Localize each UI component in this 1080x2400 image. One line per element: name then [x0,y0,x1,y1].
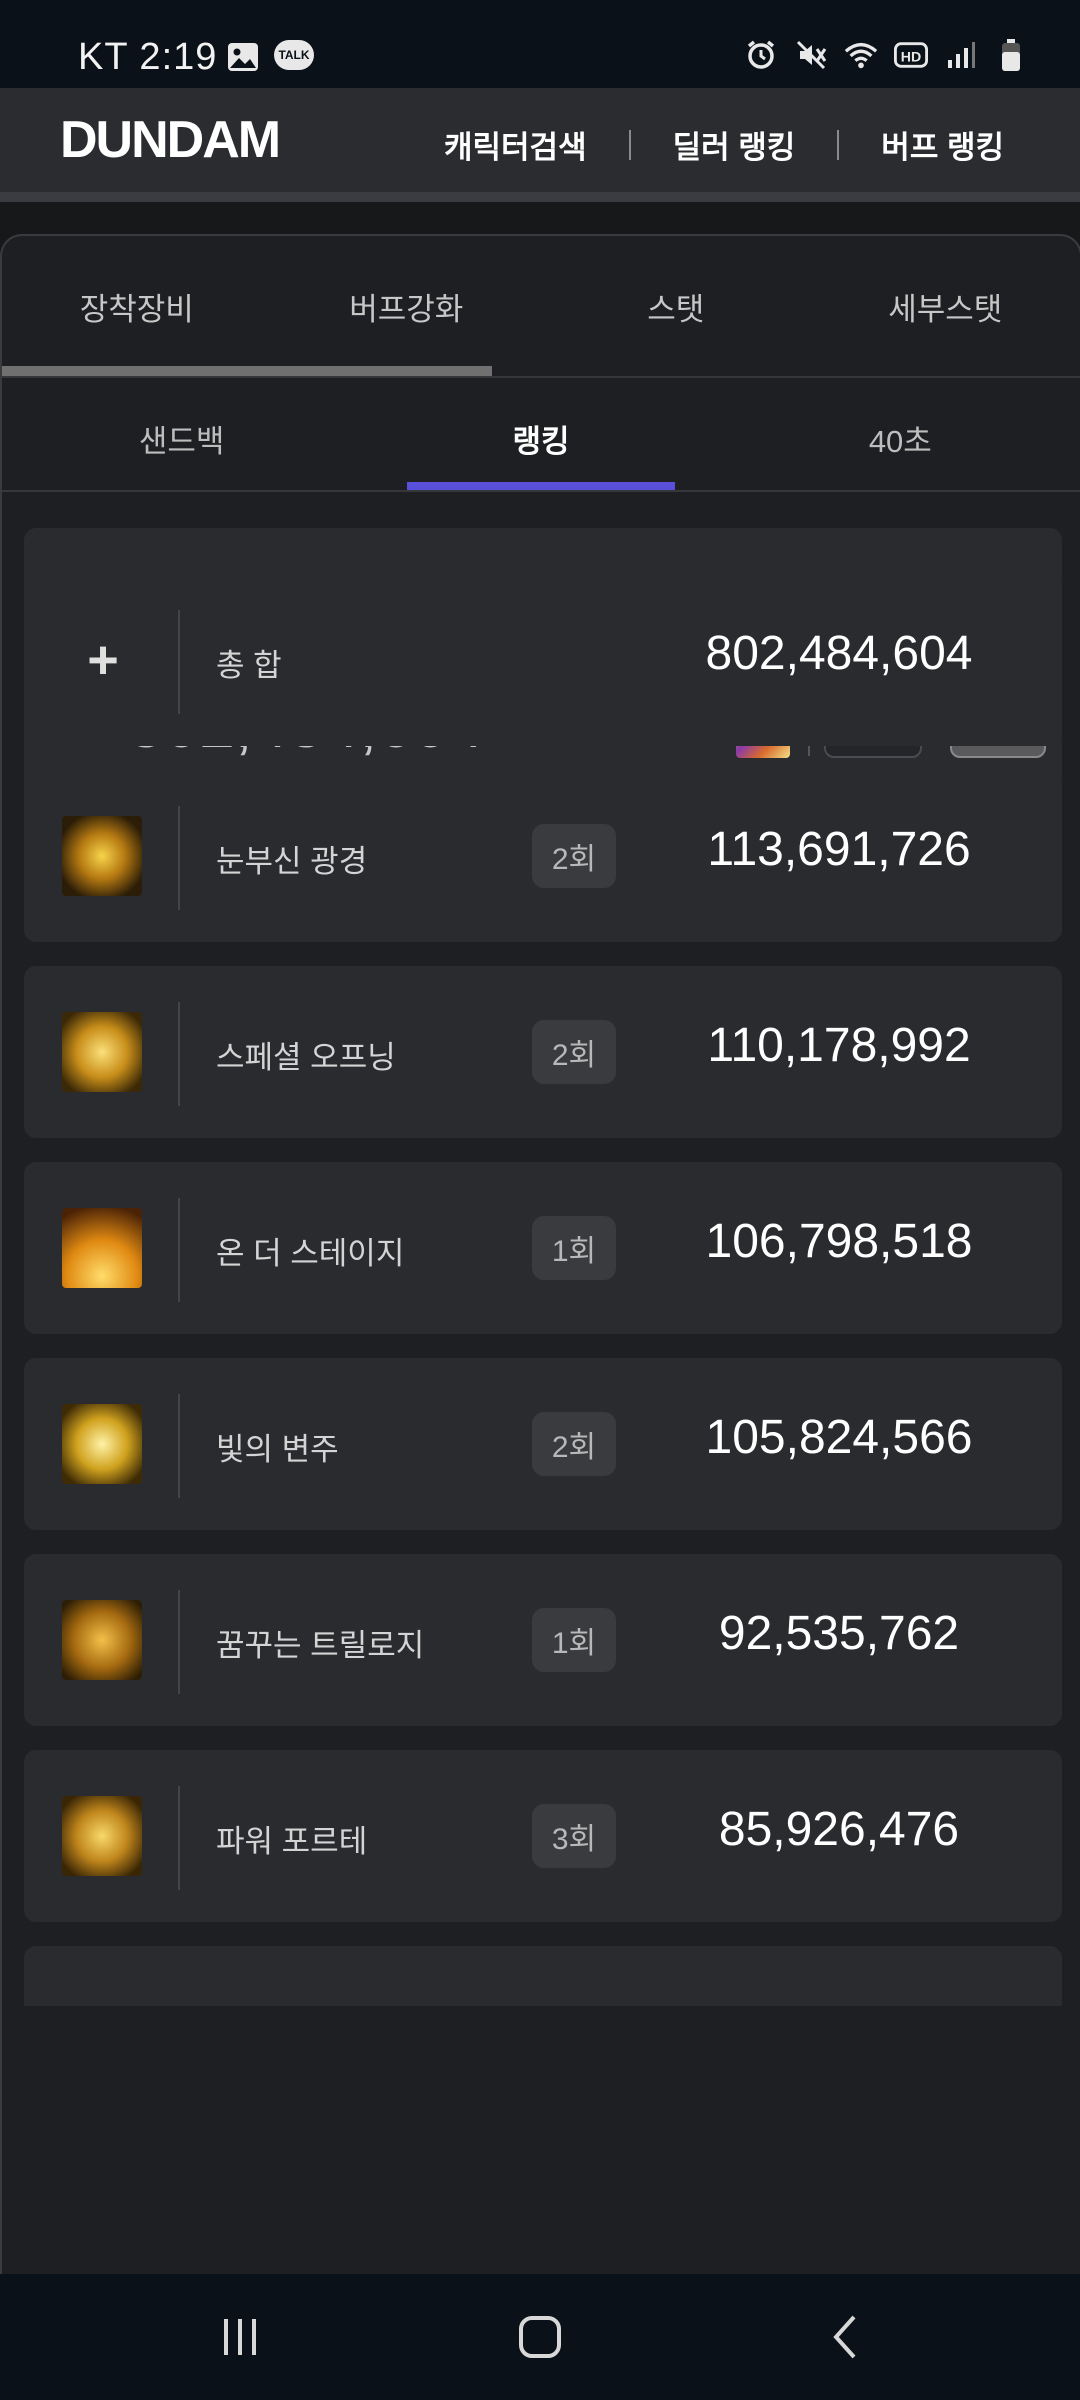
logo[interactable]: DUNDAM [60,110,281,170]
row-divider [178,1590,180,1694]
skill-name: 온 더 스테이지 [216,1236,405,1271]
skill-row[interactable]: 빛의 변주 2회 105,824,566 [24,1358,1062,1530]
battery-icon [994,38,1028,72]
skill-damage: 113,691,726 [707,823,971,876]
nav-character-search[interactable]: 캐릭터검색 [444,122,587,167]
header-nav: 캐릭터검색 딜러 랭킹 버프 랭킹 [444,122,1004,167]
skill-special-opening-icon [62,1012,142,1092]
wifi-icon [844,38,878,72]
nav-buff-ranking[interactable]: 버프 랭킹 [881,122,1004,167]
row-divider [178,1198,180,1302]
status-right-icons: HD [744,38,1028,72]
recent-apps-icon[interactable] [140,2274,340,2400]
skill-dazzling-view-icon [62,816,142,896]
skill-row[interactable]: 스페셜 오프닝 2회 110,178,992 [24,966,1062,1138]
status-bar: KT 2:19 TALK HD [0,0,1080,88]
tab-buff-enhance[interactable]: 버프강화 [272,236,542,376]
back-icon[interactable] [746,2274,946,2400]
nav-dealer-ranking[interactable]: 딜러 랭킹 [673,122,796,167]
skill-row-partial[interactable] [24,1946,1062,2006]
signal-icon [944,38,978,72]
skill-hit-count: 2회 [532,1412,616,1476]
skill-variation-of-light-icon [62,1404,142,1484]
skill-name: 총 합 [216,648,282,683]
skill-damage: 106,798,518 [705,1215,973,1268]
plus-icon: + [87,630,119,690]
secondary-tabs: 샌드백 랭킹 40초 [2,378,1080,498]
skill-name: 꿈꾸는 트릴로지 [216,1628,425,1663]
header-bottom-strip [0,192,1080,202]
primary-tabs: 장착장비 버프강화 스탯 세부스탯 [2,236,1080,376]
gallery-icon [226,40,260,74]
skill-damage: 85,926,476 [718,1803,960,1856]
secondary-tab-indicator [407,482,675,490]
tab-sandbag[interactable]: 샌드백 [2,378,361,498]
tab-equipment[interactable]: 장착장비 [2,236,272,376]
row-divider [178,1002,180,1106]
row-divider [178,1394,180,1498]
skill-name: 빛의 변주 [216,1432,339,1467]
tab-stats[interactable]: 스탯 [541,236,811,376]
skill-power-forte-icon [62,1796,142,1876]
skill-row[interactable]: 파워 포르테 3회 85,926,476 [24,1750,1062,1922]
skill-hit-count: 2회 [532,824,616,888]
status-time: KT 2:19 [78,36,218,78]
alarm-icon [744,38,778,72]
tab-detail-stats[interactable]: 세부스탯 [811,236,1080,376]
hd-icon: HD [894,38,928,72]
skill-hit-count: 3회 [532,1804,616,1868]
skill-hit-count: 1회 [532,1608,616,1672]
skill-on-the-stage-icon [62,1208,142,1288]
status-left-icons: TALK [226,40,314,74]
skill-row[interactable]: 눈부신 광경 2회 113,691,726 [24,770,1062,942]
nav-divider [837,129,840,160]
talk-label: TALK [278,48,310,62]
primary-tab-indicator [2,366,492,376]
system-nav-bar [0,2274,1080,2400]
skill-hit-count: 1회 [532,1216,616,1280]
skill-dreaming-trilogy-icon [62,1600,142,1680]
skill-row-total[interactable]: + 총 합 802,484,604 [24,574,1062,746]
skill-name: 파워 포르테 [216,1824,368,1859]
tab-ranking[interactable]: 랭킹 [361,378,720,498]
skill-name: 스페셜 오프닝 [216,1040,396,1075]
tab-divider [2,490,1080,492]
kakaotalk-icon: TALK [274,40,314,70]
tab-40sec[interactable]: 40초 [721,378,1080,498]
row-divider [178,610,180,714]
mute-icon [794,38,828,72]
skill-damage: 105,824,566 [705,1411,973,1464]
skill-damage: 802,484,604 [705,627,973,680]
character-detail-card: 장착장비 버프강화 스탯 세부스탯 샌드백 랭킹 40초 총딜 802,484,… [0,234,1080,2276]
skill-name: 눈부신 광경 [216,844,368,879]
skill-hit-count: 2회 [532,1020,616,1084]
row-divider [178,806,180,910]
skill-damage: 92,535,762 [718,1607,960,1660]
skill-row[interactable]: 온 더 스테이지 1회 106,798,518 [24,1162,1062,1334]
home-icon[interactable] [440,2274,640,2400]
app-header: DUNDAM 캐릭터검색 딜러 랭킹 버프 랭킹 [0,88,1080,202]
row-divider [178,1786,180,1890]
skill-damage: 110,178,992 [707,1019,971,1072]
skill-row[interactable]: 꿈꾸는 트릴로지 1회 92,535,762 [24,1554,1062,1726]
hd-label: HD [901,50,921,66]
nav-divider [628,129,631,160]
